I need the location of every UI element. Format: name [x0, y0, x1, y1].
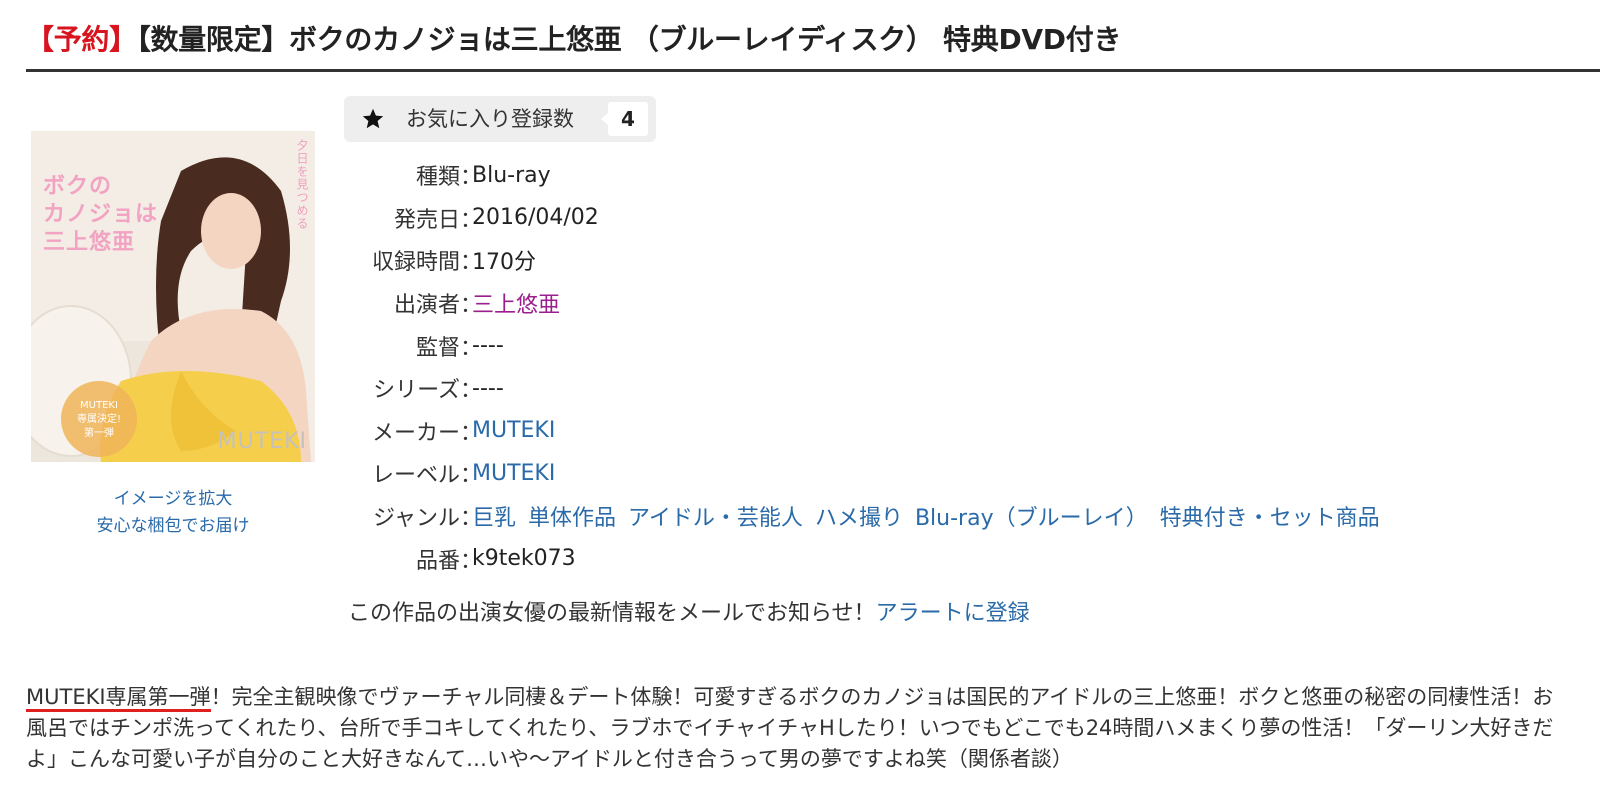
- spec-value-type: Blu-ray: [472, 162, 551, 188]
- cover-badge-line: 第一弾: [84, 428, 114, 439]
- spec-colon: ：: [460, 165, 483, 191]
- spec-label: 種類: [415, 165, 460, 191]
- genre-link[interactable]: Blu-ray（ブルーレイ）: [915, 506, 1148, 531]
- cover-title-text: ボクの カノジョは 三上悠亜: [43, 173, 158, 257]
- spec-colon: ：: [460, 548, 483, 574]
- cover-brand-logo: MUTEKI: [217, 429, 307, 454]
- enlarge-image-link[interactable]: イメージを拡大: [31, 486, 315, 513]
- cover-title-line: カノジョは: [43, 202, 159, 227]
- spec-row-director: 監督： ----: [344, 324, 1594, 367]
- cover-side-text: 夕日を見つめる: [295, 139, 309, 230]
- cover-badge: MUTEKI 専属決定! 第一弾: [61, 381, 137, 457]
- product-title-bar: 【予約】【数量限定】ボクのカノジョは三上悠亜 （ブルーレイディスク） 特典DVD…: [26, 16, 1600, 72]
- spec-colon: ：: [460, 378, 483, 404]
- spec-value-release: 2016/04/02: [472, 205, 599, 231]
- product-title-text: 【数量限定】ボクのカノジョは三上悠亜 （ブルーレイディスク） 特典DVD付き: [136, 23, 1122, 56]
- spec-row-series: シリーズ： ----: [344, 367, 1594, 410]
- genre-link[interactable]: アイドル・芸能人: [628, 506, 803, 531]
- product-description: MUTEKI専属第一弾！完全主観映像でヴァーチャル同棲＆デート体験！可愛すぎるボ…: [26, 682, 1554, 775]
- genre-link[interactable]: 特典付き・セット商品: [1160, 506, 1380, 531]
- spec-value-series: ----: [472, 375, 504, 401]
- spec-label: 出演者: [393, 293, 460, 319]
- description-lead: MUTEKI専属第一弾: [26, 685, 211, 712]
- product-spec-table: 種類： Blu-ray 発売日： 2016/04/02 収録時間： 170分 出…: [344, 154, 1594, 580]
- spec-colon: ：: [460, 335, 483, 361]
- spec-value-product-no: k9tek073: [472, 546, 576, 572]
- actress-alert-notice: この作品の出演女優の最新情報をメールでお知らせ！アラートに登録: [348, 595, 1030, 627]
- spec-label: メーカー: [371, 420, 460, 446]
- spec-label: シリーズ: [373, 378, 460, 404]
- genre-list: 巨乳 単体作品 アイドル・芸能人 ハメ撮り Blu-ray（ブルーレイ） 特典付き・セット…: [472, 500, 1392, 532]
- favorites-count: 4: [601, 102, 648, 136]
- genre-link[interactable]: 巨乳: [472, 506, 516, 531]
- spec-row-release: 発売日： 2016/04/02: [344, 197, 1594, 240]
- spec-label: ジャンル: [373, 506, 460, 532]
- image-links: イメージを拡大 安心な梱包でお届け: [31, 486, 315, 540]
- spec-value-director: ----: [472, 333, 504, 359]
- favorites-button[interactable]: お気に入り登録数 4: [344, 96, 656, 142]
- preorder-tag: 【予約】: [26, 23, 137, 56]
- favorites-label: お気に入り登録数: [406, 107, 574, 131]
- spec-label: 収録時間: [371, 250, 460, 276]
- spec-colon: ：: [460, 463, 483, 489]
- spec-value-runtime: 170分: [472, 250, 536, 276]
- spec-row-genre: ジャンル： 巨乳 単体作品 アイドル・芸能人 ハメ撮り Blu-ray（ブルーレイ） 特典…: [344, 495, 1594, 538]
- star-icon: [362, 108, 384, 129]
- maker-link[interactable]: MUTEKI: [472, 418, 555, 443]
- spec-label: 監督: [415, 335, 460, 361]
- spec-row-maker: メーカー： MUTEKI: [344, 410, 1594, 453]
- spec-label: 発売日: [393, 207, 460, 233]
- cover-badge-line: 専属決定!: [76, 414, 121, 425]
- cover-title-line: 三上悠亜: [43, 230, 136, 255]
- description-body: ！完全主観映像でヴァーチャル同棲＆デート体験！可愛すぎるボクのカノジョは国民的ア…: [26, 685, 1554, 771]
- spec-row-label: レーベル： MUTEKI: [344, 452, 1594, 495]
- alert-register-link[interactable]: アラートに登録: [876, 601, 1030, 626]
- genre-link[interactable]: ハメ撮り: [815, 506, 903, 531]
- spec-colon: ：: [460, 506, 483, 532]
- cover-badge-line: MUTEKI: [80, 400, 118, 411]
- product-title: 【予約】【数量限定】ボクのカノジョは三上悠亜 （ブルーレイディスク） 特典DVD…: [26, 16, 1600, 64]
- spec-row-product-no: 品番： k9tek073: [344, 537, 1594, 580]
- spec-label: レーベル: [371, 463, 460, 489]
- genre-link[interactable]: 単体作品: [528, 506, 616, 531]
- spec-row-type: 種類： Blu-ray: [344, 154, 1594, 197]
- spec-row-runtime: 収録時間： 170分: [344, 239, 1594, 282]
- spec-label: 品番: [415, 548, 460, 574]
- spec-colon: ：: [460, 207, 483, 233]
- spec-row-cast: 出演者： 三上悠亜: [344, 282, 1594, 325]
- product-cover-image[interactable]: ボクの カノジョは 三上悠亜 夕日を見つめる MUTEKI 専属決定! 第一弾 …: [31, 131, 315, 462]
- spec-colon: ：: [460, 420, 483, 446]
- packaging-info-link[interactable]: 安心な梱包でお届け: [31, 513, 315, 540]
- spec-colon: ：: [460, 293, 483, 319]
- cast-link[interactable]: 三上悠亜: [472, 287, 560, 319]
- spec-colon: ：: [460, 250, 483, 276]
- cover-title-line: ボクの: [43, 174, 113, 199]
- alert-text: この作品の出演女優の最新情報をメールでお知らせ！: [348, 601, 876, 626]
- label-link[interactable]: MUTEKI: [472, 461, 555, 486]
